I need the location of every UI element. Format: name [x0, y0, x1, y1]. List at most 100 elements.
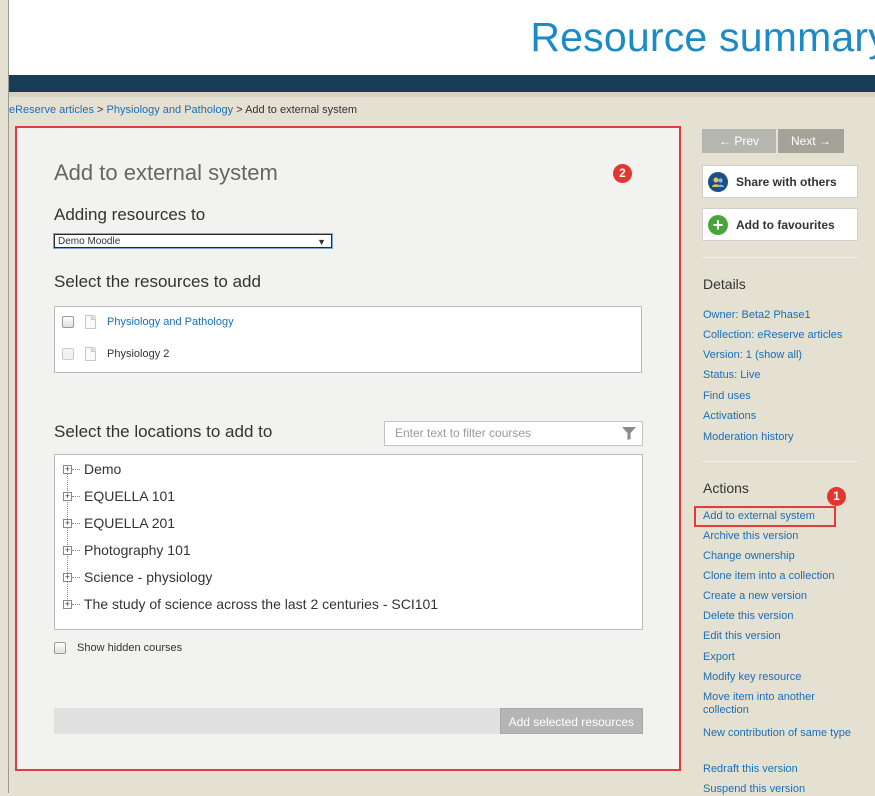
resource-link[interactable]: Physiology and Pathology [107, 316, 234, 328]
course-label: EQUELLA 201 [84, 515, 176, 531]
resources-list: Physiology and Pathology Physiology 2 [54, 306, 642, 373]
share-label: Share with others [736, 174, 837, 189]
tree-node[interactable]: + Photography 101 [63, 540, 191, 560]
course-label: EQUELLA 101 [84, 488, 176, 504]
status-text: Status: Live [703, 369, 761, 381]
breadcrumb: eReserve articles > Physiology and Patho… [9, 104, 357, 116]
action-new-contribution[interactable]: New contribution of same type [703, 727, 853, 740]
action-redraft-version[interactable]: Redraft this version [703, 763, 853, 776]
collection-prefix: Collection: [703, 329, 758, 341]
action-create-new-version[interactable]: Create a new version [703, 590, 853, 603]
panel-title: Add to external system [54, 160, 278, 185]
action-add-to-external-system[interactable]: Add to external system [703, 510, 853, 523]
find-uses-link[interactable]: Find uses [703, 389, 751, 403]
course-label: Science - physiology [84, 569, 213, 585]
divider [702, 461, 858, 462]
course-label: The study of science across the last 2 c… [84, 596, 439, 612]
tree-dash [72, 576, 80, 578]
action-clone-item[interactable]: Clone item into a collection [703, 570, 853, 583]
action-export[interactable]: Export [703, 651, 853, 664]
show-hidden-label: Show hidden courses [77, 642, 183, 654]
moderation-history-link[interactable]: Moderation history [703, 430, 794, 444]
resource-checkbox-disabled [62, 348, 74, 360]
tree-node[interactable]: + EQUELLA 101 [63, 486, 175, 506]
locations-tree: + Demo + EQUELLA 101 + EQUELLA 201 + Pho… [54, 454, 643, 630]
action-edit-version[interactable]: Edit this version [703, 630, 853, 643]
add-favourites-button[interactable]: + Add to favourites [702, 208, 858, 241]
tree-dash [72, 549, 80, 551]
tree-node[interactable]: + EQUELLA 201 [63, 513, 175, 533]
breadcrumb-link-collection[interactable]: eReserve articles [9, 104, 94, 116]
expand-plus-icon[interactable]: + [63, 599, 72, 609]
action-suspend-version[interactable]: Suspend this version [703, 783, 853, 796]
add-selected-resources-button[interactable]: Add selected resources [499, 708, 643, 734]
show-all-link[interactable]: show all [759, 349, 799, 361]
share-button[interactable]: Share with others [702, 165, 858, 198]
action-change-ownership[interactable]: Change ownership [703, 550, 853, 563]
breadcrumb-separator: > [236, 104, 243, 116]
dropdown-arrow-icon: ▼ [317, 237, 326, 247]
tree-dash [72, 468, 80, 470]
show-hidden-checkbox[interactable] [54, 642, 66, 654]
pager: ← Prev Next → [702, 129, 844, 153]
prev-button[interactable]: ← Prev [702, 129, 776, 153]
action-delete-version[interactable]: Delete this version [703, 610, 853, 623]
header-bar [9, 75, 875, 92]
collection-link[interactable]: eReserve articles [757, 329, 842, 341]
breadcrumb-separator: > [97, 104, 104, 116]
step-badge-1: 1 [827, 487, 846, 506]
filter-placeholder: Enter text to filter courses [395, 426, 532, 440]
breadcrumb-link-item[interactable]: Physiology and Pathology [107, 104, 234, 116]
actions-heading: Actions [703, 480, 749, 496]
expand-plus-icon[interactable]: + [63, 518, 72, 528]
action-archive-version[interactable]: Archive this version [703, 530, 853, 543]
resource-label: Physiology 2 [107, 348, 170, 360]
sub-header-bar [9, 92, 875, 97]
tree-dash [72, 495, 80, 497]
expand-plus-icon[interactable]: + [63, 572, 72, 582]
page-border [8, 0, 9, 793]
tree-dash [72, 522, 80, 524]
step-badge-2: 2 [613, 164, 632, 183]
action-move-item[interactable]: Move item into another collection [703, 691, 853, 717]
select-locations-label: Select the locations to add to [54, 422, 273, 441]
external-system-select[interactable]: Demo Moodle ▼ [54, 234, 332, 248]
filter-funnel-icon [622, 427, 636, 440]
panel-footer: Add selected resources [54, 708, 643, 734]
details-heading: Details [703, 276, 746, 292]
action-modify-key-resource[interactable]: Modify key resource [703, 671, 853, 684]
select-resources-label: Select the resources to add [54, 272, 261, 291]
tree-node[interactable]: + The study of science across the last 2… [63, 594, 438, 614]
tree-node[interactable]: + Science - physiology [63, 567, 212, 587]
show-hidden-courses-row: Show hidden courses [54, 642, 182, 654]
breadcrumb-current: Add to external system [245, 104, 357, 116]
favourites-label: Add to favourites [736, 217, 835, 232]
collection-row: Collection: eReserve articles [703, 328, 842, 342]
share-people-icon [708, 171, 728, 192]
page-title: Resource summary [530, 14, 875, 60]
page-header: Resource summary [9, 0, 875, 75]
version-prefix: Version: 1 ( [703, 349, 759, 361]
list-item: Physiology and Pathology [62, 313, 234, 331]
course-filter-input[interactable]: Enter text to filter courses [384, 421, 643, 446]
course-label: Demo [84, 461, 122, 477]
divider [702, 257, 858, 258]
expand-plus-icon[interactable]: + [63, 464, 72, 474]
activations-link[interactable]: Activations [703, 409, 756, 423]
add-to-external-panel: Add to external system 2 Adding resource… [15, 126, 681, 771]
resource-checkbox[interactable] [62, 316, 74, 328]
document-icon [85, 347, 96, 361]
tree-dash [72, 603, 80, 605]
plus-circle-icon: + [708, 214, 728, 235]
next-button[interactable]: Next → [778, 129, 844, 153]
tree-node[interactable]: + Demo [63, 459, 121, 479]
version-suffix: ) [798, 349, 803, 361]
version-row: Version: 1 (show all) [703, 348, 802, 362]
document-icon [85, 315, 96, 329]
expand-plus-icon[interactable]: + [63, 545, 72, 555]
expand-plus-icon[interactable]: + [63, 491, 72, 501]
course-label: Photography 101 [84, 542, 191, 558]
external-system-value: Demo Moodle [58, 236, 121, 247]
adding-resources-label: Adding resources to [54, 205, 206, 224]
list-item: Physiology 2 [62, 345, 169, 363]
